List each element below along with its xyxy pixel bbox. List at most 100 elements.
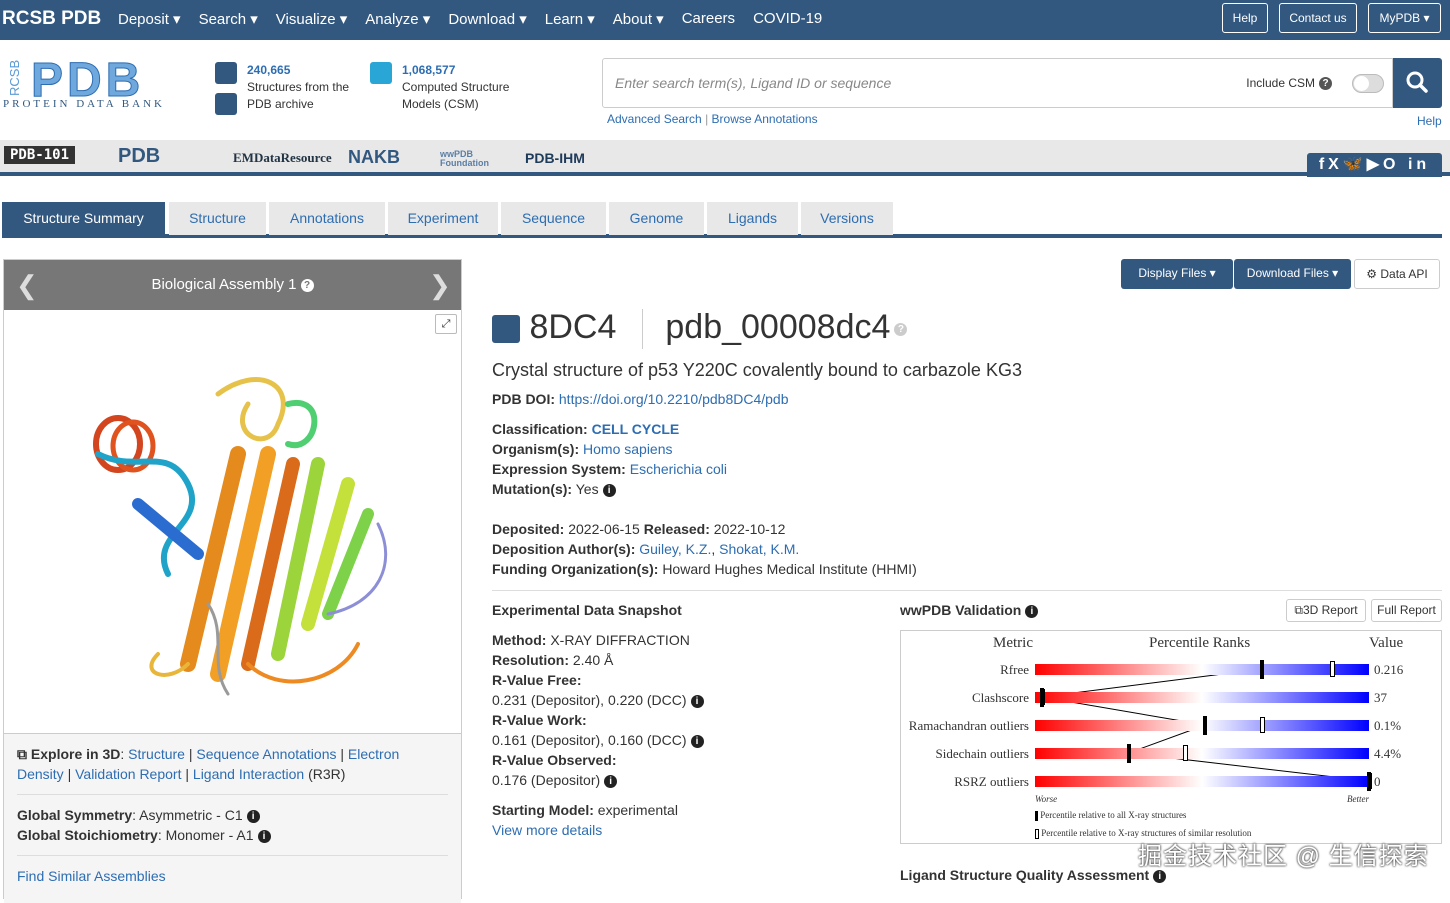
csm-count[interactable]: 1,068,577 xyxy=(402,62,509,79)
search-help-link[interactable]: Help xyxy=(1417,114,1442,128)
flask-icon xyxy=(215,62,237,84)
link-validation-report[interactable]: Validation Report xyxy=(75,766,181,782)
wwpdb-logo[interactable]: PDB xyxy=(118,145,160,168)
info-icon[interactable]: i xyxy=(1153,869,1167,883)
validation-slider-chart[interactable]: Metric Percentile Ranks Value Rfree 0.216… xyxy=(900,630,1442,844)
menu-search[interactable]: Search ▾ xyxy=(199,10,258,28)
browse-annotations-link[interactable]: Browse Annotations xyxy=(712,112,818,126)
prev-assembly-arrow[interactable]: ❮ xyxy=(16,272,38,298)
stat1-line1: Structures from the xyxy=(247,80,350,94)
author-link[interactable]: Shokat, K.M. xyxy=(719,541,799,557)
validation-metric-label: Clashscore xyxy=(971,690,1029,705)
advanced-search-link[interactable]: Advanced Search xyxy=(607,112,702,126)
mypdb-button[interactable]: MyPDB ▾ xyxy=(1368,3,1441,33)
rwork-value: 0.161 (Depositor), 0.160 (DCC) i xyxy=(492,730,704,750)
search-button[interactable] xyxy=(1393,58,1442,108)
percentile-bar xyxy=(1035,720,1369,731)
menu-deposit[interactable]: Deposit ▾ xyxy=(118,10,181,28)
tab-experiment[interactable]: Experiment xyxy=(388,202,498,235)
link-sequence-annotations[interactable]: Sequence Annotations xyxy=(196,746,336,762)
tab-genome[interactable]: Genome xyxy=(609,202,704,235)
flask-icon xyxy=(492,315,520,344)
monitor-icon xyxy=(370,62,392,84)
tab-structure[interactable]: Structure xyxy=(169,202,266,235)
include-csm-label: Include CSM? xyxy=(1246,76,1332,91)
info-icon[interactable]: i xyxy=(690,694,704,708)
percentile-marker-similar xyxy=(1183,745,1189,761)
wwpdb-foundation-logo[interactable]: wwPDB Foundation xyxy=(440,150,510,168)
classification-link[interactable]: CELL CYCLE xyxy=(592,421,680,437)
csm-toggle[interactable] xyxy=(1352,74,1384,93)
global-stoichiometry: Global Stoichiometry: Monomer - A1 i xyxy=(17,825,448,845)
cube-icon: ⧉ xyxy=(17,746,31,762)
3d-report-button[interactable]: ⧉3D Report xyxy=(1286,599,1366,622)
info-icon[interactable]: i xyxy=(246,809,260,823)
percentile-marker-similar xyxy=(1330,661,1336,677)
doi-link[interactable]: https://doi.org/10.2210/pdb8DC4/pdb xyxy=(559,391,789,407)
starting-model-row: Starting Model: experimental xyxy=(492,802,678,818)
info-icon[interactable]: i xyxy=(1025,604,1039,618)
help-button[interactable]: Help xyxy=(1222,3,1268,33)
pdb-logo[interactable]: RCSB PDB PROTEIN DATA BANK xyxy=(3,54,193,119)
find-similar-assemblies-link[interactable]: Find Similar Assemblies xyxy=(17,868,166,884)
experiment-title: Experimental Data Snapshot xyxy=(492,602,682,618)
full-report-button[interactable]: Full Report xyxy=(1371,599,1442,622)
pdbihm-logo[interactable]: PDB-IHM xyxy=(525,150,585,166)
funding-row: Funding Organization(s): Howard Hughes M… xyxy=(492,561,917,577)
protein-structure-image[interactable] xyxy=(78,364,408,709)
expression-link[interactable]: Escherichia coli xyxy=(630,461,727,477)
view-more-details-link[interactable]: View more details xyxy=(492,820,602,840)
percentile-bar xyxy=(1035,748,1369,759)
next-assembly-arrow[interactable]: ❯ xyxy=(429,272,451,298)
link-structure[interactable]: Structure xyxy=(128,746,185,762)
percentile-marker-similar xyxy=(1260,717,1266,733)
global-symmetry: Global Symmetry: Asymmetric - C1 i xyxy=(17,805,448,825)
link-ligand-interaction[interactable]: Ligand Interaction xyxy=(193,766,304,782)
menu-learn[interactable]: Learn ▾ xyxy=(545,10,595,28)
author-link[interactable]: Guiley, K.Z. xyxy=(639,541,711,557)
menu-careers[interactable]: Careers xyxy=(682,10,735,28)
social-links[interactable]: fX🦋▶O in xyxy=(1307,153,1442,177)
organism-link[interactable]: Homo sapiens xyxy=(583,441,673,457)
search-links: Advanced Search | Browse Annotations xyxy=(607,112,818,126)
percentile-bar xyxy=(1035,692,1369,703)
contact-button[interactable]: Contact us xyxy=(1279,3,1357,33)
menu-covid[interactable]: COVID-19 xyxy=(753,10,822,28)
structures-count[interactable]: 240,665 xyxy=(247,62,349,79)
search-input[interactable]: Enter search term(s), Ligand ID or seque… xyxy=(602,58,1393,108)
robs-value: 0.176 (Depositor) i xyxy=(492,770,618,790)
display-files-button[interactable]: Display Files ▾ xyxy=(1121,259,1233,289)
tab-sequence[interactable]: Sequence xyxy=(501,202,606,235)
authors-row: Deposition Author(s): Guiley, K.Z., Shok… xyxy=(492,541,800,557)
menu-analyze[interactable]: Analyze ▾ xyxy=(365,10,430,28)
info-icon[interactable]: i xyxy=(602,483,616,497)
info-icon[interactable]: i xyxy=(690,734,704,748)
rfree-value: 0.231 (Depositor), 0.220 (DCC) i xyxy=(492,690,704,710)
stat2-line2: Models (CSM) xyxy=(402,97,479,111)
menu-visualize[interactable]: Visualize ▾ xyxy=(276,10,347,28)
stat-structures: 240,665 Structures from the PDB archive xyxy=(215,62,350,115)
menu-download[interactable]: Download ▾ xyxy=(448,10,526,28)
data-api-button[interactable]: ⚙ Data API xyxy=(1354,259,1440,289)
tab-structure-summary[interactable]: Structure Summary xyxy=(2,202,165,235)
info-icon[interactable]: i xyxy=(604,774,618,788)
pdb101-logo[interactable]: PDB-101 xyxy=(4,146,76,164)
emdataresource-logo[interactable]: EMDataResource xyxy=(233,150,332,166)
info-icon[interactable]: ? xyxy=(300,278,314,292)
help-icon[interactable]: ? xyxy=(1319,77,1332,91)
legend-all: Percentile relative to all X-ray structu… xyxy=(1035,810,1186,821)
download-files-button[interactable]: Download Files ▾ xyxy=(1234,259,1351,289)
info-icon[interactable]: i xyxy=(257,829,271,843)
expand-icon[interactable]: ⤢ xyxy=(435,314,457,334)
cube-icon: ⧉ xyxy=(1294,603,1303,617)
entry-title: 8DC4 pdb_00008dc4? xyxy=(492,308,908,350)
tab-versions[interactable]: Versions xyxy=(801,202,893,235)
search-icon xyxy=(1406,71,1428,93)
tab-annotations[interactable]: Annotations xyxy=(269,202,385,235)
validation-row: Ramachandran outliers 0.1% xyxy=(901,715,1441,735)
nakb-logo[interactable]: NAKB xyxy=(348,147,400,168)
brand-link[interactable]: RCSB PDB xyxy=(2,8,101,30)
info-icon[interactable]: ? xyxy=(894,322,908,336)
tab-ligands[interactable]: Ligands xyxy=(707,202,798,235)
menu-about[interactable]: About ▾ xyxy=(613,10,664,28)
